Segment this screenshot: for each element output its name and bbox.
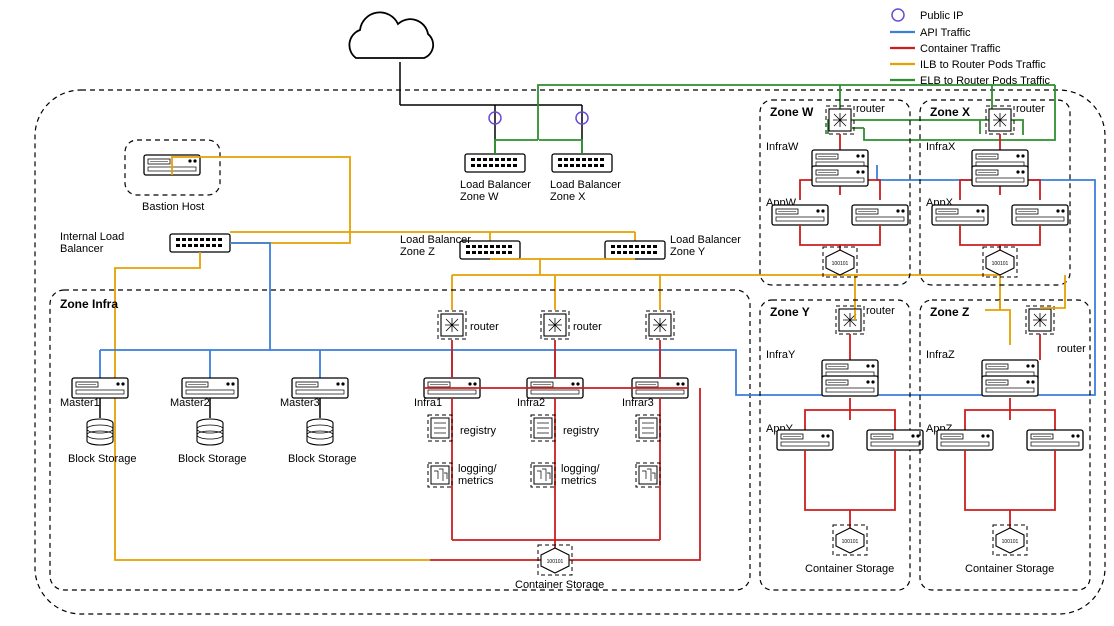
svg-text:ILB to Router Pods Traffic: ILB to Router Pods Traffic xyxy=(920,59,1046,71)
svg-text:Container Storage: Container Storage xyxy=(805,563,894,575)
registry-pod-icon xyxy=(531,415,555,441)
logging-label: logging/metrics xyxy=(458,463,497,487)
lb-zone-y-icon xyxy=(605,241,665,259)
router-label: router xyxy=(573,321,602,333)
zone-x: Zone X router InfraX AppX xyxy=(920,100,1070,285)
svg-text:router: router xyxy=(866,305,895,317)
infra2-label: Infra2 xyxy=(517,397,545,409)
svg-text:Zone Z: Zone Z xyxy=(930,305,969,319)
logging-label: logging/metrics xyxy=(561,463,600,487)
zone-y: Zone Y router InfraY AppY Container Stor… xyxy=(760,300,923,590)
svg-text:Container Traffic: Container Traffic xyxy=(920,43,1001,55)
svg-text:router: router xyxy=(1016,103,1045,115)
master2-label: Master2 xyxy=(170,397,210,409)
lb-zone-w-label: Load BalancerZone W xyxy=(460,179,531,203)
registry-label: registry xyxy=(460,425,497,437)
router-pod-icon xyxy=(541,311,569,339)
lb-zone-x-icon xyxy=(552,154,612,172)
zone-infra-box xyxy=(50,290,750,590)
svg-text:InfraZ: InfraZ xyxy=(926,349,955,361)
block-storage-label: Block Storage xyxy=(178,453,246,465)
block-storage-icon xyxy=(307,419,333,445)
registry-pod-icon xyxy=(636,415,660,441)
svg-text:Zone Y: Zone Y xyxy=(770,305,810,319)
svg-text:InfraX: InfraX xyxy=(926,141,956,153)
svg-text:router: router xyxy=(1057,343,1086,355)
svg-text:API Traffic: API Traffic xyxy=(920,27,971,39)
architecture-diagram: 100101 Load BalancerZone W Load Balancer… xyxy=(0,0,1114,626)
master2-icon xyxy=(182,378,238,398)
block-storage-label: Block Storage xyxy=(68,453,136,465)
router-pod-icon xyxy=(438,311,466,339)
cloud-icon xyxy=(349,12,433,58)
master1-icon xyxy=(72,378,128,398)
legend: Public IP API Traffic Container Traffic … xyxy=(890,9,1051,87)
master3-icon xyxy=(292,378,348,398)
bastion-label: Bastion Host xyxy=(142,201,204,213)
master1-label: Master1 xyxy=(60,397,100,409)
lb-zone-x-label: Load BalancerZone X xyxy=(550,179,621,203)
zone-infra-title: Zone Infra xyxy=(60,297,118,311)
logging-pod-icon xyxy=(636,463,660,487)
ilb-label: Internal LoadBalancer xyxy=(60,231,124,255)
zone-z: Zone Z router InfraZ AppZ Container Stor… xyxy=(920,300,1090,590)
registry-pod-icon xyxy=(428,415,452,441)
registry-label: registry xyxy=(563,425,600,437)
svg-text:InfraY: InfraY xyxy=(766,349,796,361)
svg-text:Zone W: Zone W xyxy=(770,105,814,119)
zone-w: Zone W router InfraW AppW Container Stor… xyxy=(760,100,910,293)
container-storage-icon xyxy=(538,545,572,575)
block-storage-label: Block Storage xyxy=(288,453,356,465)
router-pod-icon xyxy=(646,311,674,339)
svg-text:router: router xyxy=(856,103,885,115)
infra1-label: Infra1 xyxy=(414,397,442,409)
svg-text:Public IP: Public IP xyxy=(920,10,963,22)
ilb-icon xyxy=(170,234,230,252)
lb-zone-w-icon xyxy=(465,154,525,172)
lb-zone-y-label: Load BalancerZone Y xyxy=(670,234,741,258)
svg-text:Zone X: Zone X xyxy=(930,105,970,119)
router-label: router xyxy=(470,321,499,333)
block-storage-icon xyxy=(87,419,113,445)
svg-text:Container Storage: Container Storage xyxy=(965,563,1054,575)
master3-label: Master3 xyxy=(280,397,320,409)
svg-text:ELB to Router Pods Traffic: ELB to Router Pods Traffic xyxy=(920,75,1051,87)
logging-pod-icon xyxy=(428,463,452,487)
infra3-label: Infrar3 xyxy=(622,397,654,409)
svg-text:InfraW: InfraW xyxy=(766,141,799,153)
container-storage-label: Container Storage xyxy=(515,579,604,591)
block-storage-icon xyxy=(197,419,223,445)
logging-pod-icon xyxy=(531,463,555,487)
